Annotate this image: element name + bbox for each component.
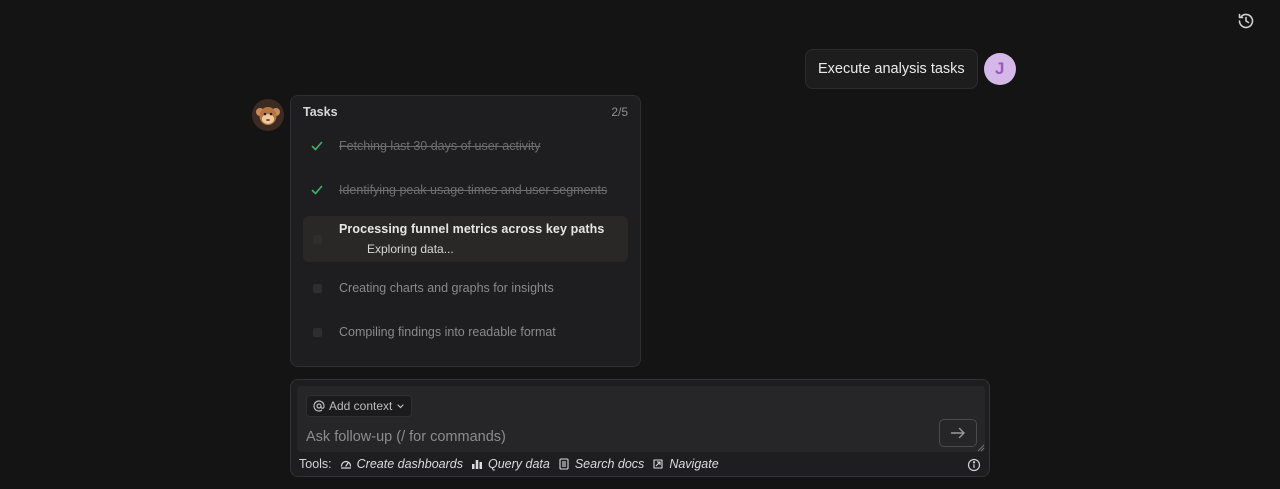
assistant-avatar [252, 99, 284, 131]
info-icon[interactable] [967, 458, 981, 472]
resize-handle-icon[interactable] [977, 444, 985, 452]
task-label: Creating charts and graphs for insights [339, 281, 554, 295]
arrow-right-icon [950, 427, 965, 439]
tool-create-dashboards[interactable]: Create dashboards [340, 457, 463, 471]
tool-label: Search docs [574, 457, 645, 471]
tasks-title: Tasks [303, 105, 338, 119]
tasks-count: 2/5 [611, 105, 628, 119]
check-icon [308, 181, 326, 199]
history-icon [1238, 13, 1254, 29]
bar-chart-icon [471, 460, 482, 469]
tools-label: Tools: [299, 457, 332, 471]
document-icon [559, 458, 569, 470]
task-label: Processing funnel metrics across key pat… [339, 222, 605, 236]
tool-navigate[interactable]: Navigate [652, 457, 719, 471]
pending-dot-icon [308, 279, 326, 297]
task-sublabel: Exploring data... [367, 242, 454, 256]
task-item-active: Processing funnel metrics across key pat… [303, 216, 628, 262]
composer: Add context Tools: Create dashboards Que… [290, 379, 990, 477]
chevron-down-icon [397, 403, 404, 408]
tool-search-docs[interactable]: Search docs [558, 457, 644, 471]
tasks-panel: Tasks 2/5 Fetching last 30 days of user … [290, 95, 641, 367]
task-item: Compiling findings into readable format [303, 323, 628, 341]
history-button[interactable] [1234, 10, 1258, 32]
user-message-row: Execute analysis tasks J [805, 49, 1016, 89]
prompt-input[interactable] [306, 426, 926, 448]
tool-query-data[interactable]: Query data [471, 457, 550, 471]
check-icon [308, 137, 326, 155]
tool-label: Create dashboards [356, 457, 463, 471]
at-sign-icon [313, 400, 325, 412]
add-context-label: Add context [329, 399, 393, 413]
user-message: Execute analysis tasks [805, 49, 978, 89]
task-label: Identifying peak usage times and user se… [339, 183, 608, 197]
pending-dot-icon [308, 230, 326, 248]
composer-input-area: Add context [297, 386, 985, 452]
tools-row: Tools: Create dashboards Query data Sear… [299, 457, 719, 471]
task-label: Compiling findings into readable format [339, 325, 556, 339]
pending-dot-icon [308, 323, 326, 341]
tool-label: Navigate [669, 457, 719, 471]
monkey-avatar-icon [252, 99, 284, 131]
dashboard-icon [340, 460, 351, 469]
navigate-icon [653, 459, 663, 469]
task-item: Creating charts and graphs for insights [303, 279, 628, 297]
tool-label: Query data [487, 457, 550, 471]
add-context-button[interactable]: Add context [306, 395, 413, 417]
task-item: Identifying peak usage times and user se… [303, 181, 628, 199]
user-avatar: J [983, 53, 1016, 85]
tasks-header: Tasks 2/5 [303, 105, 628, 119]
task-label: Fetching last 30 days of user activity [339, 139, 541, 153]
task-item: Fetching last 30 days of user activity [303, 137, 628, 155]
send-button[interactable] [939, 419, 977, 447]
